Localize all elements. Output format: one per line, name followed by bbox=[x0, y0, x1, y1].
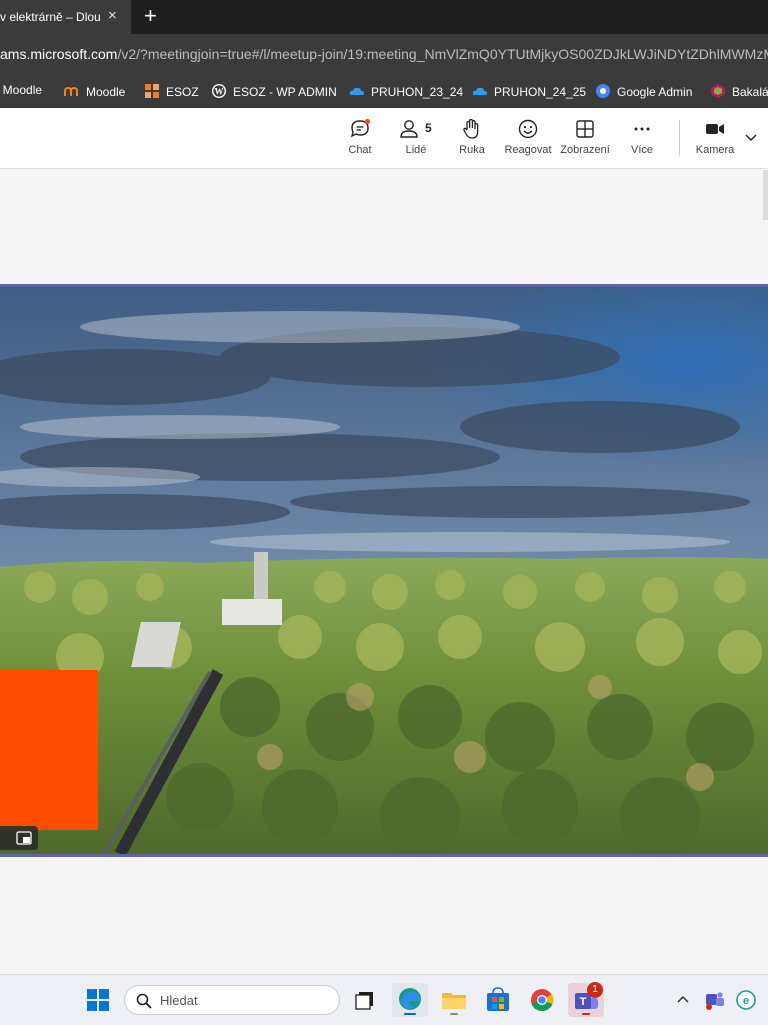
bookmark-label: Moodle bbox=[86, 85, 126, 99]
bookmark-label: ESOZ bbox=[166, 85, 199, 99]
bookmark-pruhon-24-25[interactable]: PRUHON_24_25 bbox=[472, 83, 586, 101]
bookmark-bakalari[interactable]: Bakalář bbox=[710, 83, 768, 101]
bookmark-pruhon-23-24[interactable]: PRUHON_23_24 bbox=[349, 83, 463, 101]
moodle-logo-icon bbox=[64, 86, 78, 96]
file-explorer-button[interactable] bbox=[436, 983, 472, 1017]
video-controls[interactable] bbox=[0, 826, 38, 850]
toolbar-divider bbox=[679, 120, 680, 156]
search-icon bbox=[136, 993, 152, 1009]
svg-text:T: T bbox=[580, 996, 587, 1008]
more-button[interactable]: Více bbox=[614, 118, 670, 166]
address-bar[interactable]: ams.microsoft.com/v2/?meetingjoin=true#/… bbox=[0, 34, 768, 74]
chat-label: Chat bbox=[348, 144, 372, 156]
store-icon bbox=[487, 987, 509, 1011]
bookmark-a-moodle[interactable]: A Moodle bbox=[0, 83, 42, 101]
bookmark-label: Google Admin bbox=[617, 85, 693, 99]
task-view-icon bbox=[355, 992, 373, 1010]
chat-icon bbox=[350, 118, 371, 138]
onedrive-icon bbox=[349, 87, 364, 95]
store-button[interactable] bbox=[480, 983, 516, 1017]
video-frame bbox=[0, 287, 768, 854]
bookmark-label: PRUHON_23_24 bbox=[371, 85, 464, 99]
bookmark-esoz-wp-admin[interactable]: W ESOZ - WP ADMIN bbox=[211, 83, 337, 101]
bookmarks-bar: A Moodle Moodle ESOZ W ESOZ - WP ADMIN PR… bbox=[0, 74, 768, 109]
hand-icon bbox=[463, 118, 479, 139]
bookmark-moodle[interactable]: Moodle bbox=[64, 83, 125, 101]
chevron-down-icon[interactable] bbox=[744, 132, 758, 144]
camera-label: Kamera bbox=[695, 144, 735, 156]
react-label: Reagovat bbox=[504, 144, 552, 156]
shared-video[interactable] bbox=[0, 284, 768, 857]
start-button[interactable] bbox=[80, 983, 116, 1017]
url-path: /v2/?meetingjoin=true#/l/meetup-join/19:… bbox=[117, 46, 768, 62]
edge-taskbar-button[interactable] bbox=[392, 983, 428, 1017]
search-placeholder: Hledat bbox=[160, 993, 198, 1008]
new-tab-button[interactable]: + bbox=[144, 4, 157, 28]
eset-icon: e bbox=[736, 990, 756, 1010]
picture-in-picture-icon[interactable] bbox=[16, 831, 32, 845]
chrome-icon bbox=[531, 989, 554, 1012]
raise-hand-button[interactable]: Ruka bbox=[444, 118, 500, 166]
camera-button[interactable]: Kamera bbox=[687, 118, 743, 166]
url-text[interactable]: ams.microsoft.com/v2/?meetingjoin=true#/… bbox=[0, 46, 768, 62]
people-count: 5 bbox=[425, 121, 432, 135]
bookmark-label: A Moodle bbox=[0, 83, 43, 97]
chat-button[interactable]: Chat bbox=[332, 118, 388, 166]
grid-view-icon bbox=[576, 120, 594, 138]
chrome-button[interactable] bbox=[524, 983, 560, 1017]
teams-notification-badge: 1 bbox=[587, 982, 603, 998]
tray-teams-button[interactable] bbox=[700, 983, 728, 1017]
browser-tab[interactable]: v elektrárně – Dlou × bbox=[0, 0, 131, 34]
bookmark-google-admin[interactable]: Google Admin bbox=[595, 83, 692, 101]
google-admin-icon bbox=[596, 84, 610, 98]
people-icon: 5 bbox=[400, 120, 432, 138]
people-label: Lidé bbox=[405, 144, 427, 156]
svg-text:e: e bbox=[743, 995, 749, 1007]
people-button[interactable]: 5 Lidé bbox=[388, 118, 444, 166]
teams-tray-icon bbox=[706, 992, 724, 1010]
camera-icon bbox=[706, 124, 724, 134]
esoz-icon bbox=[145, 84, 159, 98]
more-icon bbox=[634, 127, 650, 131]
teams-meeting-toolbar: Chat 5 Lidé Ruka Reagovat Zobrazení Více… bbox=[0, 108, 768, 169]
wordpress-icon: W bbox=[212, 84, 226, 98]
hand-label: Ruka bbox=[459, 144, 485, 156]
bookmark-label: ESOZ - WP ADMIN bbox=[233, 85, 337, 99]
tab-title: v elektrárně – Dlou bbox=[0, 10, 101, 24]
react-button[interactable]: Reagovat bbox=[500, 118, 556, 166]
tray-eset-button[interactable]: e bbox=[732, 983, 760, 1017]
edge-icon bbox=[399, 988, 421, 1015]
windows-logo-icon bbox=[87, 989, 109, 1011]
view-button[interactable]: Zobrazení bbox=[557, 118, 613, 166]
folder-icon bbox=[442, 993, 466, 1015]
more-label: Více bbox=[630, 144, 653, 156]
bookmark-label: Bakalář bbox=[732, 85, 768, 99]
task-view-button[interactable] bbox=[348, 983, 384, 1017]
close-icon[interactable]: × bbox=[108, 7, 117, 25]
browser-tab-strip: v elektrárně – Dlou × + bbox=[0, 0, 768, 34]
windows-taskbar: Hledat T e bbox=[0, 974, 768, 1025]
side-panel-edge bbox=[763, 170, 768, 220]
bakalari-icon bbox=[711, 84, 725, 98]
smiley-icon bbox=[518, 119, 538, 139]
view-label: Zobrazení bbox=[560, 144, 610, 156]
bookmark-label: PRUHON_24_25 bbox=[494, 85, 587, 99]
url-domain: ams.microsoft.com bbox=[0, 46, 118, 62]
onedrive-icon bbox=[472, 87, 487, 95]
svg-text:W: W bbox=[215, 87, 224, 97]
taskbar-search[interactable]: Hledat bbox=[124, 985, 340, 1015]
chevron-up-icon[interactable] bbox=[676, 994, 690, 1004]
bookmark-esoz[interactable]: ESOZ bbox=[144, 83, 199, 101]
